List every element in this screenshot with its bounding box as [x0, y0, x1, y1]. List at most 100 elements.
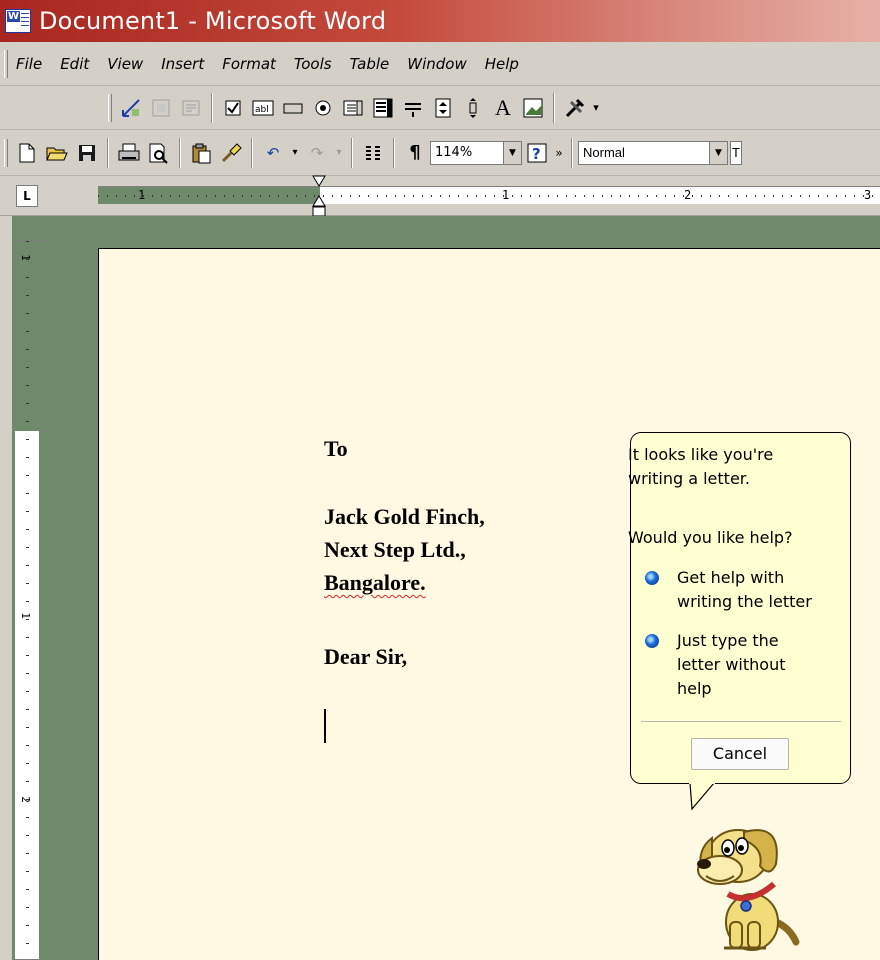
paste-icon[interactable] — [188, 140, 214, 166]
ruler-number: 1 — [18, 254, 32, 261]
separator — [211, 92, 213, 123]
more-controls-icon[interactable] — [562, 95, 588, 121]
balloon-tail — [689, 781, 715, 811]
show-formatting-icon[interactable]: ¶ — [402, 140, 428, 166]
vertical-ruler[interactable]: 1 1 2 — [14, 240, 40, 960]
menu-format[interactable]: Format — [222, 55, 276, 73]
option-button-control-icon[interactable] — [310, 95, 336, 121]
ruler-ticks — [98, 195, 880, 197]
letter-recipient-name: Jack Gold Finch, — [324, 504, 485, 529]
print-icon[interactable] — [116, 140, 142, 166]
zoom-dropdown-icon[interactable]: ▼ — [504, 140, 522, 165]
standard-toolbar: ↶ ▾ ↷ ▾ ¶ 114% ▼ ? » Normal ▼ T — [0, 130, 880, 176]
menu-insert[interactable]: Insert — [161, 55, 204, 73]
separator — [107, 137, 109, 168]
balloon-divider — [641, 721, 841, 722]
option-no-help[interactable]: Just type the letter without help — [645, 629, 850, 701]
style-dropdown-icon[interactable]: ▼ — [710, 140, 728, 165]
letter-city: Bangalore. — [324, 570, 426, 595]
ruler-number: 2 — [18, 796, 32, 803]
ruler-ticks — [26, 241, 29, 959]
ruler-number: 1 — [138, 188, 146, 202]
columns-icon[interactable] — [360, 140, 386, 166]
style-input[interactable]: Normal — [578, 140, 710, 165]
forms-toolbar: abl A ▾ — [0, 86, 880, 130]
separator — [553, 92, 555, 123]
checkbox-control-icon[interactable] — [220, 95, 246, 121]
tab-selector[interactable]: L — [16, 185, 38, 207]
menu-table[interactable]: Table — [350, 55, 390, 73]
new-document-icon[interactable] — [14, 140, 40, 166]
window-title: Document1 - Microsoft Word — [39, 7, 387, 35]
font-input-partial[interactable]: T — [730, 140, 742, 165]
letter-salutation: Dear Sir, — [324, 644, 408, 669]
left-strip — [0, 216, 12, 960]
svg-text:?: ? — [532, 145, 541, 163]
toolbar-options-icon[interactable]: ▾ — [592, 95, 600, 121]
help-icon[interactable]: ? — [524, 140, 550, 166]
menu-help[interactable]: Help — [485, 55, 519, 73]
menu-grip[interactable] — [4, 49, 8, 78]
view-code-icon[interactable] — [178, 95, 204, 121]
format-painter-icon[interactable] — [218, 140, 244, 166]
option-get-help-line1: Get help with — [677, 568, 785, 587]
option-get-help[interactable]: Get help with writing the letter — [645, 566, 850, 614]
save-icon[interactable] — [74, 140, 100, 166]
standard-toolbar-grip[interactable] — [4, 138, 8, 167]
open-folder-icon[interactable] — [44, 140, 70, 166]
textbox-control-icon[interactable]: abl — [250, 95, 276, 121]
menu-file[interactable]: File — [16, 55, 42, 73]
undo-icon[interactable]: ↶ — [260, 140, 286, 166]
letter-to: To — [324, 436, 348, 461]
menu-edit[interactable]: Edit — [60, 55, 89, 73]
ruler-number: 2 — [684, 188, 692, 202]
option-no-help-line2: letter without — [677, 655, 786, 674]
horizontal-ruler[interactable]: 1 1 2 3 — [98, 186, 880, 204]
ruler-number: 3 — [864, 188, 872, 202]
design-mode-icon[interactable] — [118, 95, 144, 121]
print-preview-icon[interactable] — [146, 140, 172, 166]
ruler-number: 1 — [18, 612, 32, 619]
more-buttons-icon[interactable]: » — [554, 140, 564, 166]
title-bar: W Document1 - Microsoft Word — [0, 0, 880, 42]
assistant-question: Would you like help? — [628, 528, 793, 547]
separator — [179, 137, 181, 168]
toggle-button-control-icon[interactable] — [400, 95, 426, 121]
forms-toolbar-grip[interactable] — [108, 93, 112, 122]
menu-view[interactable]: View — [107, 55, 143, 73]
redo-icon[interactable]: ↷ — [304, 140, 330, 166]
indent-marker-icon[interactable] — [312, 174, 326, 218]
undo-dropdown-icon[interactable]: ▾ — [290, 140, 300, 166]
zoom-input[interactable]: 114% — [430, 140, 504, 165]
separator — [251, 137, 253, 168]
letter-company: Next Step Ltd., — [324, 537, 466, 562]
combobox-control-icon[interactable] — [370, 95, 396, 121]
menu-bar: File Edit View Insert Format Tools Table… — [0, 42, 880, 86]
horizontal-ruler-area: L 1 1 2 3 — [0, 176, 880, 216]
ruler-number: 1 — [502, 188, 510, 202]
word-app-icon[interactable]: W — [5, 9, 31, 33]
scrollbar-control-icon[interactable] — [460, 95, 486, 121]
menu-window[interactable]: Window — [407, 55, 466, 73]
properties-icon[interactable] — [148, 95, 174, 121]
option-no-help-line1: Just type the — [677, 631, 779, 650]
blue-bullet-icon — [645, 634, 659, 648]
option-get-help-line2: writing the letter — [677, 592, 812, 611]
option-no-help-line3: help — [677, 679, 712, 698]
cancel-button[interactable]: Cancel — [691, 738, 789, 770]
image-control-icon[interactable] — [520, 95, 546, 121]
assistant-message-line2: writing a letter. — [628, 469, 750, 488]
text-cursor — [324, 709, 326, 743]
redo-dropdown-icon[interactable]: ▾ — [334, 140, 344, 166]
blue-bullet-icon — [645, 571, 659, 585]
listbox-control-icon[interactable] — [340, 95, 366, 121]
label-control-icon[interactable]: A — [490, 95, 516, 121]
separator — [393, 137, 395, 168]
spin-button-control-icon[interactable] — [430, 95, 456, 121]
office-assistant-dog-icon[interactable] — [690, 810, 802, 952]
assistant-balloon: It looks like you're writing a letter. W… — [628, 432, 851, 784]
separator — [571, 137, 573, 168]
command-button-control-icon[interactable] — [280, 95, 306, 121]
menu-tools[interactable]: Tools — [294, 55, 332, 73]
separator — [351, 137, 353, 168]
